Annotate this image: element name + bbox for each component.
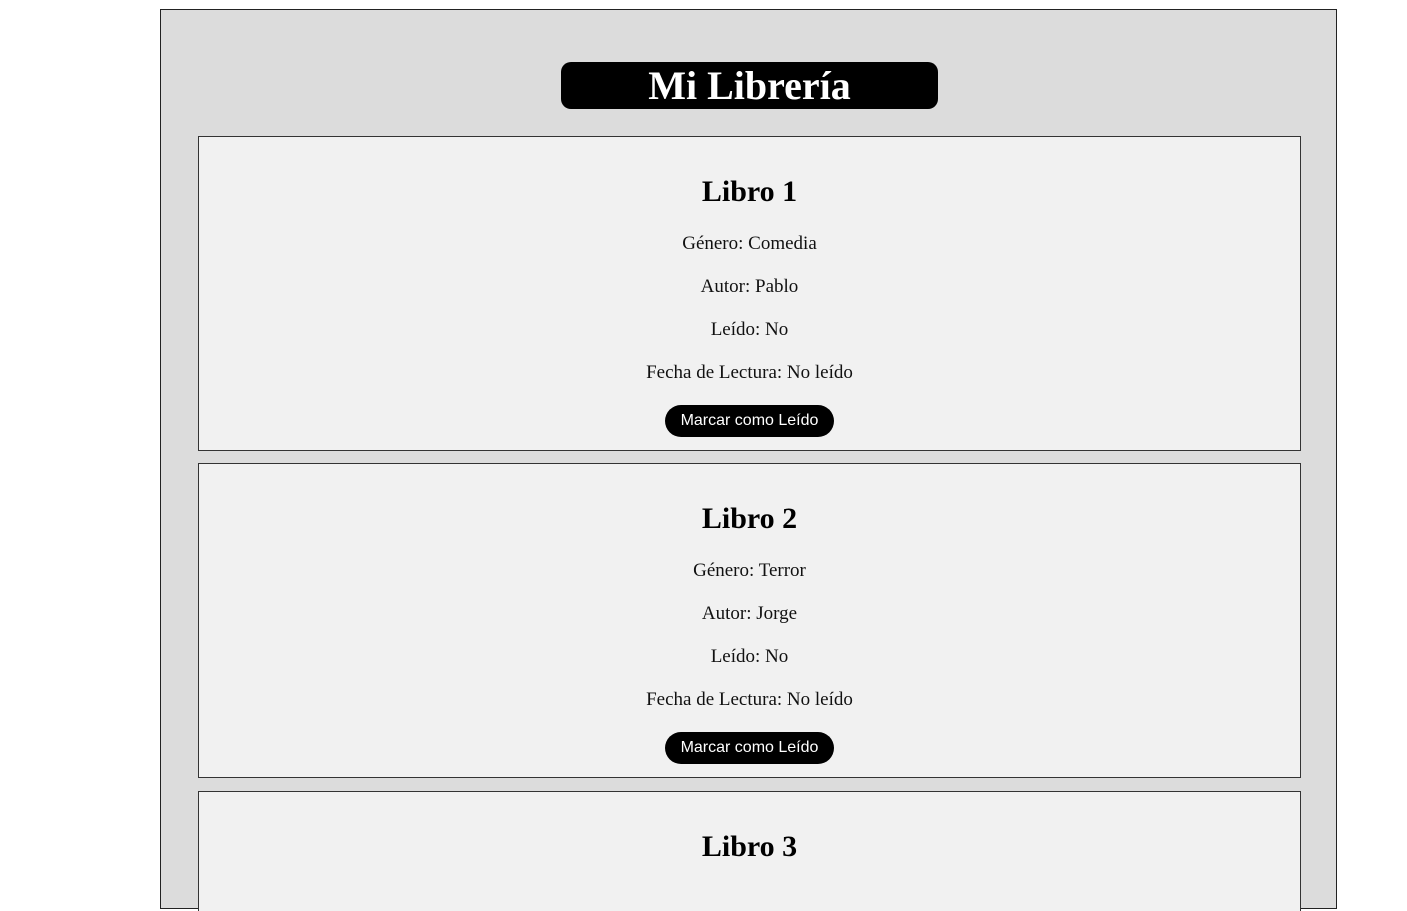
mark-as-read-button[interactable]: Marcar como Leído (665, 405, 834, 437)
book-read-date: Fecha de Lectura: No leído (646, 689, 853, 710)
book-title: Libro 1 (701, 175, 798, 208)
book-read-status: Leído: No (710, 646, 789, 667)
book-title: Libro 2 (701, 502, 798, 535)
book-read-status: Leído: No (710, 319, 789, 340)
book-author: Autor: Pablo (700, 276, 799, 297)
library-container: Mi Librería Libro 1 Género: Comedia Auto… (160, 9, 1337, 911)
book-card: Libro 2 Género: Terror Autor: Jorge Leíd… (198, 463, 1301, 778)
mark-as-read-button[interactable]: Marcar como Leído (665, 732, 834, 764)
book-author: Autor: Jorge (701, 603, 798, 624)
book-genre: Género: Comedia (682, 233, 817, 254)
page-title-banner: Mi Librería (561, 62, 938, 109)
page-title: Mi Librería (648, 62, 851, 108)
book-title: Libro 3 (701, 830, 798, 863)
book-card: Libro 1 Género: Comedia Autor: Pablo Leí… (198, 136, 1301, 451)
book-card: Libro 3 (198, 791, 1301, 911)
book-genre: Género: Terror (693, 560, 806, 581)
book-read-date: Fecha de Lectura: No leído (646, 362, 853, 383)
